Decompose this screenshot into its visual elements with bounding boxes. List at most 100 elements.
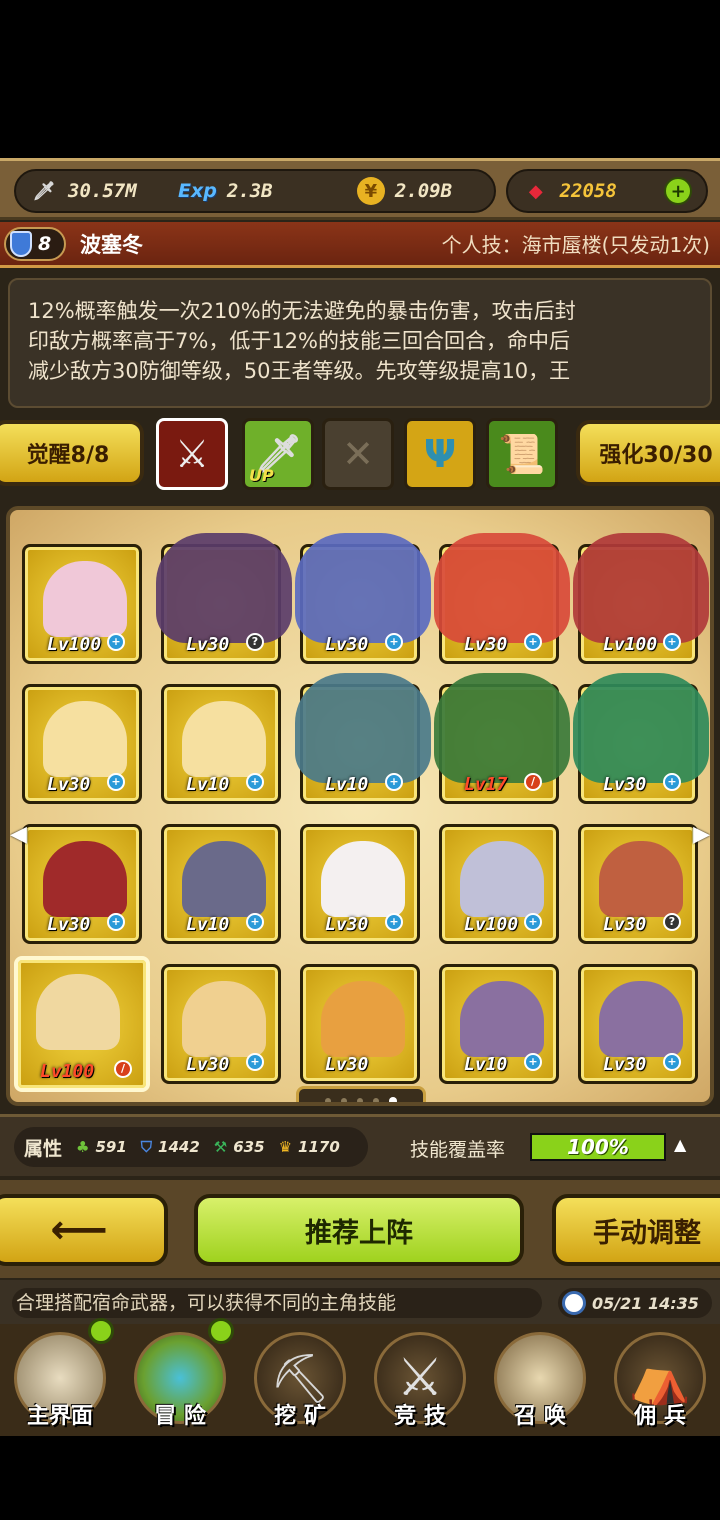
crown-icon: ♛ bbox=[278, 1138, 293, 1156]
plus-badge-icon: + bbox=[246, 913, 264, 931]
hero-card[interactable]: Lv30 + bbox=[22, 684, 142, 804]
hero-level: 8 bbox=[38, 232, 52, 255]
weapon-slot-trident[interactable]: Ψ bbox=[404, 418, 476, 490]
hero-portrait bbox=[182, 981, 266, 1057]
notification-dot bbox=[208, 1318, 234, 1344]
hero-grid-panel: Lv100 + Lv30? Lv30 + Lv30 + Lv100 + Lv30 + Lv10 + Lv1… bbox=[6, 506, 714, 1106]
weapon-slot-empty[interactable]: ✕ bbox=[322, 418, 394, 490]
hero-portrait bbox=[182, 841, 266, 917]
hero-level: Lv100 bbox=[40, 1061, 95, 1082]
game-screen: 🗡 30.57M Exp 2.3B ¥ 2.09B ◆ 22058 + 8 波塞… bbox=[0, 158, 720, 1436]
hero-card[interactable]: Lv10 + bbox=[161, 824, 281, 944]
page-indicator bbox=[296, 1086, 426, 1102]
stats-row: 属性 ♣ 591 ⛉ 1442 ⚒ 635 ♛ 1170 技能覆盖率 100% … bbox=[0, 1114, 720, 1176]
nav-adventure[interactable]: 冒 险 bbox=[120, 1318, 240, 1436]
nav-arena[interactable]: ⚔ 竞 技 bbox=[360, 1324, 480, 1436]
hero-portrait bbox=[460, 841, 544, 917]
hero-level: Lv30 bbox=[186, 1054, 230, 1075]
hero-card[interactable]: Lv10 + bbox=[295, 673, 431, 804]
weapon-row: 觉醒8/8 ⚔ 🗡 UP ✕ Ψ 📜 强化30/30 bbox=[0, 414, 720, 496]
hero-portrait bbox=[156, 533, 292, 643]
description-line: 12%概率触发一次210%的无法避免的暴击伤害，攻击后封 bbox=[28, 299, 576, 323]
description-line: 减少敌方30防御等级，50王者等级。先攻等级提高10，王 bbox=[28, 359, 571, 383]
plus-badge-icon: + bbox=[107, 913, 125, 931]
hero-card[interactable]: Lv30 + bbox=[573, 673, 709, 804]
page-dot[interactable] bbox=[357, 1098, 363, 1102]
page-dot-active[interactable] bbox=[389, 1097, 397, 1102]
scroll-left-arrow[interactable]: ◀ bbox=[10, 822, 27, 847]
shield-icon bbox=[10, 230, 32, 257]
weapon-slot-scroll[interactable]: 📜 bbox=[486, 418, 558, 490]
hero-card[interactable]: Lv30 + bbox=[161, 964, 281, 1084]
attributes-pill: 属性 ♣ 591 ⛉ 1442 ⚒ 635 ♛ 1170 bbox=[14, 1127, 368, 1167]
scroll-icon: 📜 bbox=[498, 431, 546, 476]
hero-level: Lv10 bbox=[464, 1054, 508, 1075]
hero-card[interactable]: Lv100 + bbox=[439, 824, 559, 944]
hero-level: Lv100 bbox=[603, 634, 658, 655]
hero-title-bar: 8 波塞冬 个人技：海市蜃楼(只发动1次) bbox=[0, 222, 720, 268]
manual-adjust-button[interactable]: 手动调整 bbox=[552, 1194, 720, 1266]
hero-card[interactable]: Lv30? bbox=[156, 533, 292, 664]
nav-mercenary[interactable]: ⛺ 佣 兵 bbox=[600, 1324, 720, 1436]
weapon-slot-upgrade[interactable]: 🗡 UP bbox=[242, 418, 314, 490]
nav-label: 挖 矿 bbox=[274, 1404, 326, 1429]
clock-pill: 05/21 14:35 bbox=[558, 1288, 712, 1318]
plus-badge-icon: + bbox=[663, 773, 681, 791]
hero-level: Lv10 bbox=[325, 774, 369, 795]
clock-time: 05/21 14:35 bbox=[592, 1293, 699, 1313]
question-badge-icon: ? bbox=[663, 913, 681, 931]
red-badge-icon: / bbox=[524, 773, 542, 791]
plus-badge-icon: + bbox=[524, 913, 542, 931]
hero-card[interactable]: Lv100 + bbox=[22, 544, 142, 664]
hero-card[interactable]: Lv30 + bbox=[434, 533, 570, 664]
gem-value: 22058 bbox=[559, 180, 617, 202]
hero-level: Lv100 bbox=[464, 914, 519, 935]
hero-card[interactable]: Lv30 + bbox=[578, 964, 698, 1084]
back-button[interactable]: ⟵ bbox=[0, 1194, 168, 1266]
up-label: UP bbox=[249, 466, 274, 485]
recommend-deploy-button[interactable]: 推荐上阵 bbox=[194, 1194, 524, 1266]
nav-mining[interactable]: ⛏ 挖 矿 bbox=[240, 1324, 360, 1436]
hero-level: Lv30 bbox=[325, 634, 369, 655]
shield-icon: ⛉ bbox=[140, 1138, 153, 1156]
hero-card[interactable]: Lv30 + bbox=[300, 824, 420, 944]
enhance-button[interactable]: 强化30/30 bbox=[576, 420, 720, 486]
nav-main[interactable]: 主界面 bbox=[0, 1318, 120, 1436]
hero-portrait bbox=[36, 974, 120, 1050]
awaken-button[interactable]: 觉醒8/8 bbox=[0, 420, 144, 486]
hero-level: Lv30 bbox=[603, 1054, 647, 1075]
hero-portrait bbox=[599, 981, 683, 1057]
hero-level: Lv30 bbox=[47, 914, 91, 935]
tip-text: 合理搭配宿命武器，可以获得不同的主角技能 bbox=[12, 1288, 542, 1318]
plus-badge-icon: + bbox=[246, 1053, 264, 1071]
hero-card[interactable]: Lv30 bbox=[300, 964, 420, 1084]
scroll-right-arrow[interactable]: ▶ bbox=[693, 822, 710, 847]
hero-card[interactable]: Lv17 / bbox=[434, 673, 570, 804]
weapon-slot-selected[interactable]: ⚔ bbox=[156, 418, 228, 490]
hero-card[interactable]: Lv100 + bbox=[573, 533, 709, 664]
hero-card[interactable]: Lv30? bbox=[578, 824, 698, 944]
hero-portrait bbox=[573, 533, 709, 643]
expand-arrow-icon[interactable]: ▲ bbox=[674, 1135, 686, 1154]
description-line: 印敌方概率高于7%，低于12%的技能三回合回合，命中后 bbox=[28, 329, 570, 353]
plus-badge-icon: + bbox=[524, 633, 542, 651]
page-dot[interactable] bbox=[341, 1098, 347, 1102]
gem-pill: ◆ 22058 + bbox=[506, 169, 708, 213]
add-gems-button[interactable]: + bbox=[664, 177, 692, 205]
bottom-nav: 主界面 冒 险 ⛏ 挖 矿 ⚔ 竞 技 召 唤 ⛺ 佣 兵 bbox=[0, 1318, 720, 1436]
hero-level: Lv30 bbox=[603, 774, 647, 795]
hero-card[interactable]: Lv10 + bbox=[161, 684, 281, 804]
hero-card[interactable]: Lv30 + bbox=[295, 533, 431, 664]
hero-card[interactable]: Lv30 + bbox=[22, 824, 142, 944]
nav-summon[interactable]: 召 唤 bbox=[480, 1324, 600, 1436]
hero-card[interactable]: Lv100 / bbox=[14, 956, 150, 1092]
hero-level-badge: 8 bbox=[4, 226, 66, 261]
coverage-bar: 100% bbox=[530, 1133, 666, 1161]
clock-icon bbox=[562, 1291, 586, 1315]
page-dot[interactable] bbox=[373, 1098, 379, 1102]
exp-icon: Exp bbox=[178, 180, 217, 202]
hero-card[interactable]: Lv10 + bbox=[439, 964, 559, 1084]
page-dot[interactable] bbox=[325, 1098, 331, 1102]
nav-label: 竞 技 bbox=[394, 1404, 446, 1429]
hero-portrait bbox=[321, 981, 405, 1057]
